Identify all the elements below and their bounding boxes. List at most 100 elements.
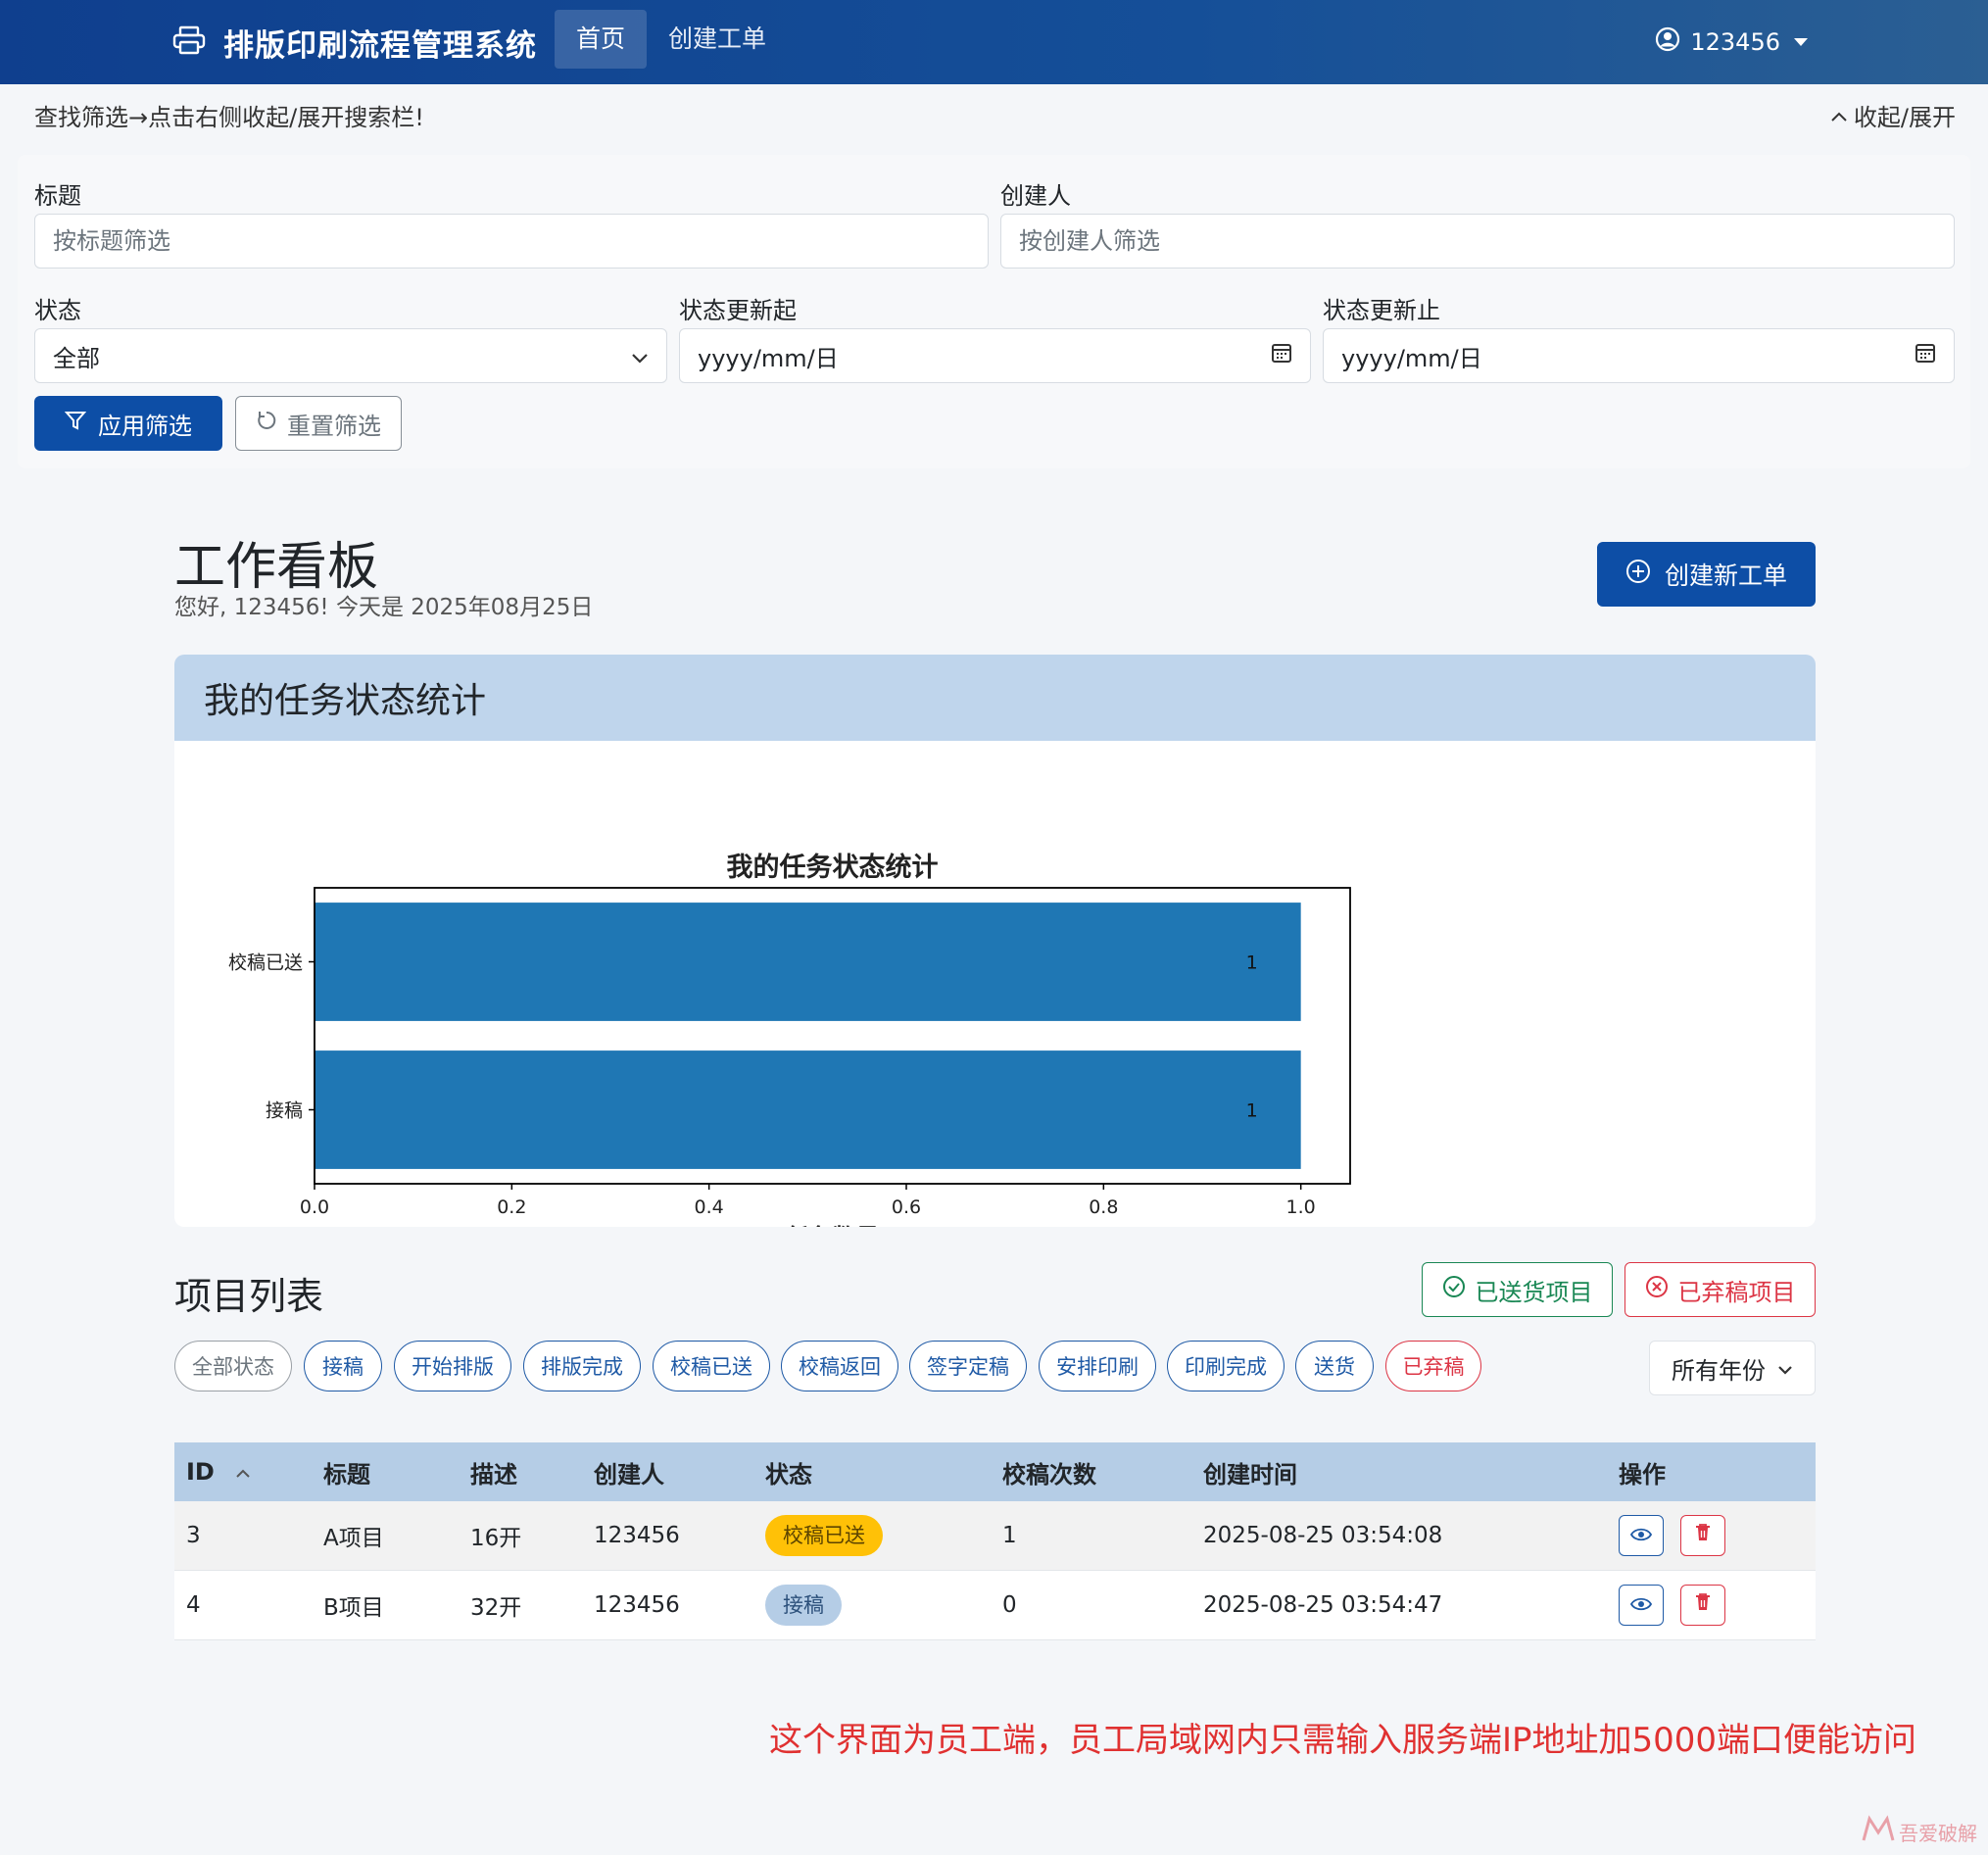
status-filter-select[interactable]: 全部 bbox=[34, 328, 667, 383]
eye-icon bbox=[1629, 1592, 1653, 1618]
app-title: 排版印刷流程管理系统 bbox=[223, 27, 537, 64]
reset-filter-button[interactable]: 重置筛选 bbox=[235, 396, 402, 451]
trash-icon bbox=[1694, 1523, 1712, 1548]
view-button[interactable] bbox=[1619, 1515, 1664, 1556]
delete-button[interactable] bbox=[1680, 1515, 1726, 1556]
collapse-toggle[interactable]: 收起/展开 bbox=[1830, 98, 1956, 132]
caret-down-icon bbox=[1794, 38, 1808, 46]
column-header-status[interactable]: 状态 bbox=[753, 1442, 991, 1501]
chart-y-tick-label: 接稿 bbox=[266, 1100, 303, 1122]
cell-id: 4 bbox=[174, 1570, 312, 1640]
date-from-placeholder: yyyy/mm/日 bbox=[698, 344, 839, 372]
nav-home-link[interactable]: 首页 bbox=[555, 10, 648, 69]
column-header-title[interactable]: 标题 bbox=[312, 1442, 459, 1501]
column-header-id[interactable]: ID bbox=[174, 1442, 312, 1501]
cell-title: A项目 bbox=[312, 1501, 459, 1571]
apply-filter-button[interactable]: 应用筛选 bbox=[34, 396, 222, 451]
printer-icon bbox=[172, 25, 206, 59]
view-button[interactable] bbox=[1619, 1585, 1664, 1626]
status-filter-proof-returned[interactable]: 校稿返回 bbox=[781, 1341, 898, 1391]
watermark-text: 吾爱破解 bbox=[1899, 1822, 1977, 1845]
delivered-projects-button[interactable]: 已送货项目 bbox=[1422, 1262, 1613, 1317]
year-select-value: 所有年份 bbox=[1672, 1356, 1766, 1385]
status-filter-layout-done[interactable]: 排版完成 bbox=[523, 1341, 641, 1391]
calendar-icon bbox=[1915, 342, 1936, 369]
cell-id: 3 bbox=[174, 1501, 312, 1571]
date-to-input[interactable]: yyyy/mm/日 bbox=[1323, 328, 1955, 383]
status-badge: 校稿已送 bbox=[765, 1515, 883, 1556]
chart-x-tick-label: 0.6 bbox=[892, 1196, 921, 1218]
chart-x-axis-label: 任务数量 bbox=[785, 1224, 880, 1227]
chart-x-tick-label: 0.8 bbox=[1089, 1196, 1118, 1218]
table-row: 4 B项目 32开 123456 接稿 0 2025-08-25 03:54:4… bbox=[174, 1570, 1816, 1640]
x-circle-icon bbox=[1645, 1275, 1669, 1304]
chart-bar bbox=[315, 1050, 1301, 1169]
status-filter-start-layout[interactable]: 开始排版 bbox=[394, 1341, 511, 1391]
cell-desc: 32开 bbox=[459, 1570, 582, 1640]
top-navbar: 排版印刷流程管理系统 首页 创建工单 123456 bbox=[0, 0, 1988, 84]
status-filter-signed-final[interactable]: 签字定稿 bbox=[909, 1341, 1027, 1391]
cell-title: B项目 bbox=[312, 1570, 459, 1640]
funnel-icon bbox=[64, 410, 87, 437]
apply-filter-label: 应用筛选 bbox=[98, 412, 192, 440]
status-filter-delivery[interactable]: 送货 bbox=[1295, 1341, 1374, 1391]
project-table: ID 标题 描述 创建人 状态 校稿次数 创建时间 操作 3 A项目 16开 1… bbox=[174, 1442, 1816, 1640]
date-from-input[interactable]: yyyy/mm/日 bbox=[679, 328, 1311, 383]
reset-filter-label: 重置筛选 bbox=[287, 412, 381, 440]
cell-status: 校稿已送 bbox=[753, 1501, 991, 1571]
cell-actions bbox=[1607, 1570, 1816, 1640]
chart-data-label: 1 bbox=[1246, 1100, 1258, 1122]
footer-note: 这个界面为员工端，员工局域网内只需输入服务端IP地址加5000端口便能访问 bbox=[769, 1721, 1917, 1760]
status-filter-abandoned[interactable]: 已弃稿 bbox=[1385, 1341, 1481, 1391]
nav-create-order-link[interactable]: 创建工单 bbox=[647, 10, 788, 69]
creator-filter-input[interactable] bbox=[1000, 214, 1955, 268]
chart-data-label: 1 bbox=[1246, 952, 1258, 974]
column-header-created[interactable]: 创建时间 bbox=[1191, 1442, 1607, 1501]
year-select[interactable]: 所有年份 bbox=[1649, 1341, 1816, 1395]
column-header-actions: 操作 bbox=[1607, 1442, 1816, 1501]
create-order-label: 创建新工单 bbox=[1664, 561, 1787, 590]
brand[interactable]: 排版印刷流程管理系统 bbox=[172, 20, 537, 65]
chart-x-tick-label: 1.0 bbox=[1286, 1196, 1316, 1218]
cell-creator: 123456 bbox=[582, 1501, 753, 1571]
user-name: 123456 bbox=[1690, 28, 1780, 56]
stats-card: 我的任务状态统计 我的任务状态统计 校稿已送 1 接稿 1 0.0 0.2 0.4 0.6 0.8… bbox=[174, 655, 1816, 1227]
cell-created: 2025-08-25 03:54:47 bbox=[1191, 1570, 1607, 1640]
eye-icon bbox=[1629, 1523, 1653, 1548]
chevron-down-icon bbox=[1777, 1354, 1793, 1382]
status-filter-print-done[interactable]: 印刷完成 bbox=[1167, 1341, 1285, 1391]
column-header-creator[interactable]: 创建人 bbox=[582, 1442, 753, 1501]
status-filter-received[interactable]: 接稿 bbox=[304, 1341, 382, 1391]
status-filter-label: 状态 bbox=[34, 297, 81, 324]
cell-actions bbox=[1607, 1501, 1816, 1571]
watermark-logo-icon bbox=[1862, 1815, 1895, 1849]
delivered-projects-label: 已送货项目 bbox=[1475, 1278, 1593, 1306]
title-filter-input[interactable] bbox=[34, 214, 989, 268]
cell-proof-count: 1 bbox=[991, 1501, 1191, 1571]
status-filter-proof-sent[interactable]: 校稿已送 bbox=[653, 1341, 770, 1391]
abandoned-projects-button[interactable]: 已弃稿项目 bbox=[1624, 1262, 1816, 1317]
date-to-placeholder: yyyy/mm/日 bbox=[1341, 344, 1482, 372]
chart-x-tick-label: 0.0 bbox=[300, 1196, 329, 1218]
cell-proof-count: 0 bbox=[991, 1570, 1191, 1640]
column-header-id-label: ID bbox=[186, 1458, 215, 1486]
check-circle-icon bbox=[1442, 1275, 1466, 1304]
chevron-down-icon bbox=[631, 342, 649, 369]
create-order-button[interactable]: 创建新工单 bbox=[1597, 542, 1816, 607]
title-filter-label: 标题 bbox=[34, 182, 81, 210]
status-filter-value: 全部 bbox=[53, 344, 100, 372]
user-menu[interactable]: 123456 bbox=[1655, 20, 1808, 65]
column-header-desc[interactable]: 描述 bbox=[459, 1442, 582, 1501]
status-badge: 接稿 bbox=[765, 1585, 842, 1626]
delete-button[interactable] bbox=[1680, 1585, 1726, 1626]
status-filter-print-scheduled[interactable]: 安排印刷 bbox=[1039, 1341, 1156, 1391]
cell-status: 接稿 bbox=[753, 1570, 991, 1640]
trash-icon bbox=[1694, 1592, 1712, 1618]
task-status-chart: 我的任务状态统计校稿已送 1 接稿 1 0.0 0.2 0.4 0.6 0.8 1.0 任务数量 bbox=[228, 852, 1351, 1227]
cell-desc: 16开 bbox=[459, 1501, 582, 1571]
abandoned-projects-label: 已弃稿项目 bbox=[1677, 1278, 1796, 1306]
greeting-text: 您好, 123456! 今天是 2025年08月25日 bbox=[174, 595, 594, 620]
column-header-proof-count[interactable]: 校稿次数 bbox=[991, 1442, 1191, 1501]
status-filter-all[interactable]: 全部状态 bbox=[174, 1341, 292, 1391]
plus-circle-icon bbox=[1625, 559, 1651, 590]
